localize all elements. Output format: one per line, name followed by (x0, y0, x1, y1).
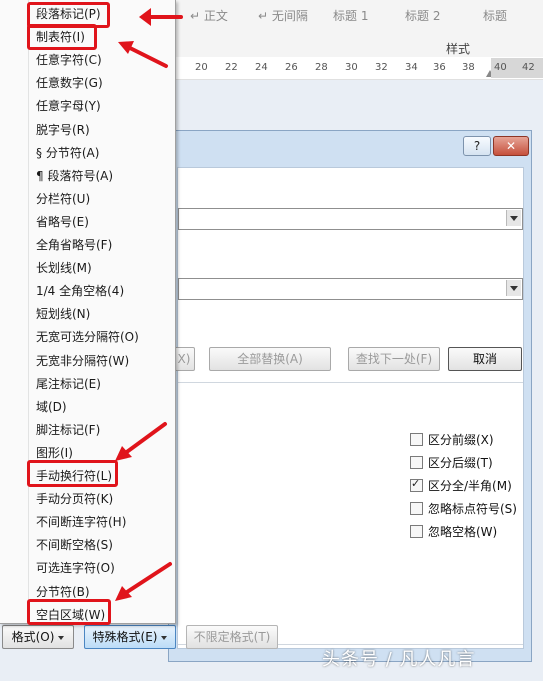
ruler-tick: 38 (462, 62, 475, 73)
menu-item[interactable]: 脱字号(R) (36, 120, 90, 140)
red-arrow-icon (118, 41, 168, 68)
dialog-content: X) 全部替换(A) 查找下一处(F) 取消 区分前缀(X) 区分后缀(T) 区… (174, 167, 524, 649)
style-no-spacing[interactable]: ↵ 无间隔 (258, 7, 308, 24)
special-format-menu: 段落标记(P) 制表符(I) 任意字符(C) 任意数字(G) 任意字母(Y) 脱字号(R)… (0, 0, 176, 625)
watermark: 头条号 / 凡人凡言 (322, 649, 476, 670)
menu-item[interactable]: 全角省略号(F) (36, 235, 112, 255)
red-arrow-icon (115, 422, 167, 461)
menu-item[interactable]: 分栏符(U) (36, 189, 90, 209)
replace-button[interactable]: X) (174, 347, 195, 371)
menu-item[interactable]: 无宽非分隔符(W) (36, 351, 129, 371)
divider (178, 382, 523, 383)
menu-item[interactable]: 短划线(N) (36, 304, 90, 324)
format-button[interactable]: 格式(O) (2, 625, 74, 649)
menu-item[interactable]: 任意数字(G) (36, 73, 103, 93)
menu-item[interactable]: 任意字符(C) (36, 50, 102, 70)
highlight-box-tab (27, 24, 97, 50)
ruler-tick: 36 (433, 62, 446, 73)
ruler-tick: 34 (405, 62, 418, 73)
ruler-tick: 22 (225, 62, 238, 73)
no-formatting-button[interactable]: 不限定格式(T) (186, 625, 278, 649)
menu-item[interactable]: 不间断连字符(H) (36, 512, 126, 532)
menu-item[interactable]: ¶ 段落符号(A) (36, 166, 113, 186)
menu-item[interactable]: 可选连字符(O) (36, 558, 115, 578)
menu-item[interactable]: 不间断空格(S) (36, 535, 113, 555)
special-format-button[interactable]: 特殊格式(E) (84, 625, 176, 649)
highlight-box-manual-line-break (27, 460, 118, 487)
menu-item[interactable]: 任意字母(Y) (36, 96, 101, 116)
styles-group-label: 样式 (446, 42, 471, 56)
ruler-tick: 20 (195, 62, 208, 73)
menu-item[interactable]: 1/4 全角空格(4) (36, 281, 124, 301)
ruler-tick: 32 (375, 62, 388, 73)
ruler-tick: 40 (494, 62, 507, 73)
menu-item[interactable]: 长划线(M) (36, 258, 92, 278)
ruler-tick: 42 (522, 62, 535, 73)
chevron-down-icon[interactable] (506, 280, 521, 296)
menu-item[interactable]: 无宽可选分隔符(O) (36, 327, 139, 347)
dropdown-arrow-icon (58, 635, 65, 640)
replace-all-button[interactable]: 全部替换(A) (209, 347, 331, 371)
find-replace-dialog: ? ✕ X) 全部替换(A) 查找下一处(F) 取消 区分前缀(X) 区分后缀(… (168, 130, 532, 662)
cancel-button[interactable]: 取消 (448, 347, 522, 371)
checkbox[interactable] (410, 456, 423, 469)
checkbox[interactable] (410, 477, 423, 492)
ruler-tick: 28 (315, 62, 328, 73)
ruler-tick: 26 (285, 62, 298, 73)
find-next-button[interactable]: 查找下一处(F) (348, 347, 440, 371)
checkbox[interactable] (410, 433, 423, 446)
replace-with-combo[interactable] (178, 278, 523, 300)
chevron-down-icon[interactable] (506, 210, 521, 226)
menu-item[interactable]: 手动分页符(K) (36, 489, 113, 509)
red-arrow-icon (115, 562, 172, 601)
menu-item[interactable]: 域(D) (36, 397, 67, 417)
menu-item[interactable]: § 分节符(A) (36, 143, 99, 163)
menu-gutter (28, 0, 29, 623)
help-button[interactable]: ? (463, 136, 491, 156)
find-what-combo[interactable] (178, 208, 523, 230)
style-normal[interactable]: ↵ 正文 (190, 7, 228, 24)
red-arrow-icon (139, 8, 183, 26)
close-button[interactable]: ✕ (493, 136, 529, 156)
checkbox[interactable] (410, 502, 423, 515)
style-heading-1[interactable]: 标题 1 (333, 7, 368, 24)
menu-item[interactable]: 尾注标记(E) (36, 374, 101, 394)
dropdown-arrow-icon (161, 635, 168, 640)
menu-item[interactable]: 省略号(E) (36, 212, 89, 232)
ruler-tick: 30 (345, 62, 358, 73)
style-heading-2[interactable]: 标题 2 (405, 7, 440, 24)
ruler-tick: 24 (255, 62, 268, 73)
checkbox[interactable] (410, 525, 423, 538)
menu-item[interactable]: 脚注标记(F) (36, 420, 100, 440)
style-title[interactable]: 标题 (483, 7, 507, 24)
highlight-box-whitespace (27, 599, 111, 625)
